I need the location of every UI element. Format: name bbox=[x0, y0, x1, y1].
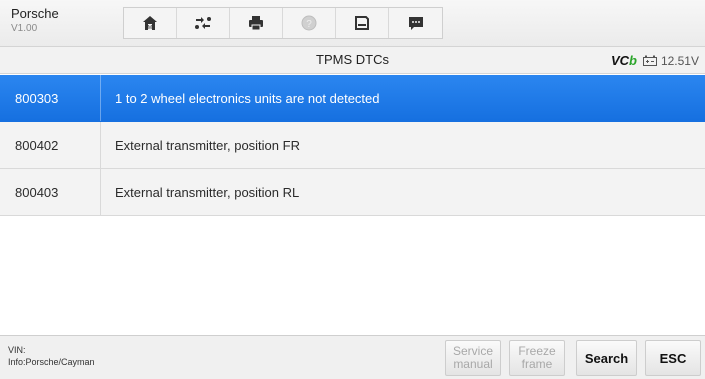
battery-icon bbox=[642, 55, 657, 66]
data-log-button[interactable] bbox=[389, 8, 442, 38]
service-manual-button[interactable]: Service manual bbox=[445, 340, 501, 376]
dtc-code: 800303 bbox=[0, 75, 101, 121]
title-bar: TPMS DTCs VCb 12.51V bbox=[0, 47, 705, 74]
battery-voltage: 12.51V bbox=[660, 53, 699, 68]
home-icon: M bbox=[143, 16, 157, 31]
connection-status: VCb 12.51V bbox=[611, 53, 699, 68]
top-toolbar: Porsche V1.00 M ? bbox=[0, 0, 705, 47]
help-icon: ? bbox=[301, 15, 317, 31]
dtc-row[interactable]: 800403 External transmitter, position RL bbox=[0, 169, 705, 216]
bottom-bar: VIN: Info:Porsche/Cayman Service manual … bbox=[0, 335, 705, 379]
home-button[interactable]: M bbox=[124, 8, 177, 38]
help-button[interactable]: ? bbox=[283, 8, 336, 38]
dtc-row[interactable]: 800402 External transmitter, position FR bbox=[0, 122, 705, 169]
vehicle-info-text: Info:Porsche/Cayman bbox=[8, 357, 95, 367]
freeze-frame-button[interactable]: Freeze frame bbox=[509, 340, 565, 376]
svg-text:?: ? bbox=[306, 19, 312, 30]
search-button[interactable]: Search bbox=[576, 340, 637, 376]
dtc-description: External transmitter, position RL bbox=[115, 184, 300, 200]
data-log-icon bbox=[408, 17, 423, 30]
page-title: TPMS DTCs bbox=[316, 52, 389, 67]
toolbar-buttons: M ? bbox=[123, 7, 443, 39]
vci-suffix: b bbox=[629, 53, 637, 68]
vehicle-info: VIN: Info:Porsche/Cayman bbox=[8, 344, 95, 368]
esc-button[interactable]: ESC bbox=[645, 340, 701, 376]
vci-label: VC bbox=[610, 53, 629, 68]
vehicle-swap-icon bbox=[195, 17, 211, 29]
app-brand: Porsche V1.00 bbox=[11, 6, 59, 36]
printer-icon bbox=[249, 16, 263, 31]
dtc-row[interactable]: 800303 1 to 2 wheel electronics units ar… bbox=[0, 75, 705, 122]
dtc-code: 800403 bbox=[0, 169, 101, 215]
app-name: Porsche bbox=[11, 6, 59, 21]
save-icon bbox=[355, 16, 369, 30]
svg-text:M: M bbox=[148, 25, 152, 31]
dtc-description: 1 to 2 wheel electronics units are not d… bbox=[115, 90, 380, 106]
dtc-code: 800402 bbox=[0, 122, 101, 168]
dtc-list: 800303 1 to 2 wheel electronics units ar… bbox=[0, 75, 705, 216]
vci-indicator: VCb bbox=[611, 53, 637, 68]
save-button[interactable] bbox=[336, 8, 389, 38]
app-version: V1.00 bbox=[11, 23, 38, 34]
vin-label: VIN: bbox=[8, 345, 26, 355]
vehicle-swap-button[interactable] bbox=[177, 8, 230, 38]
print-button[interactable] bbox=[230, 8, 283, 38]
dtc-description: External transmitter, position FR bbox=[115, 137, 300, 153]
